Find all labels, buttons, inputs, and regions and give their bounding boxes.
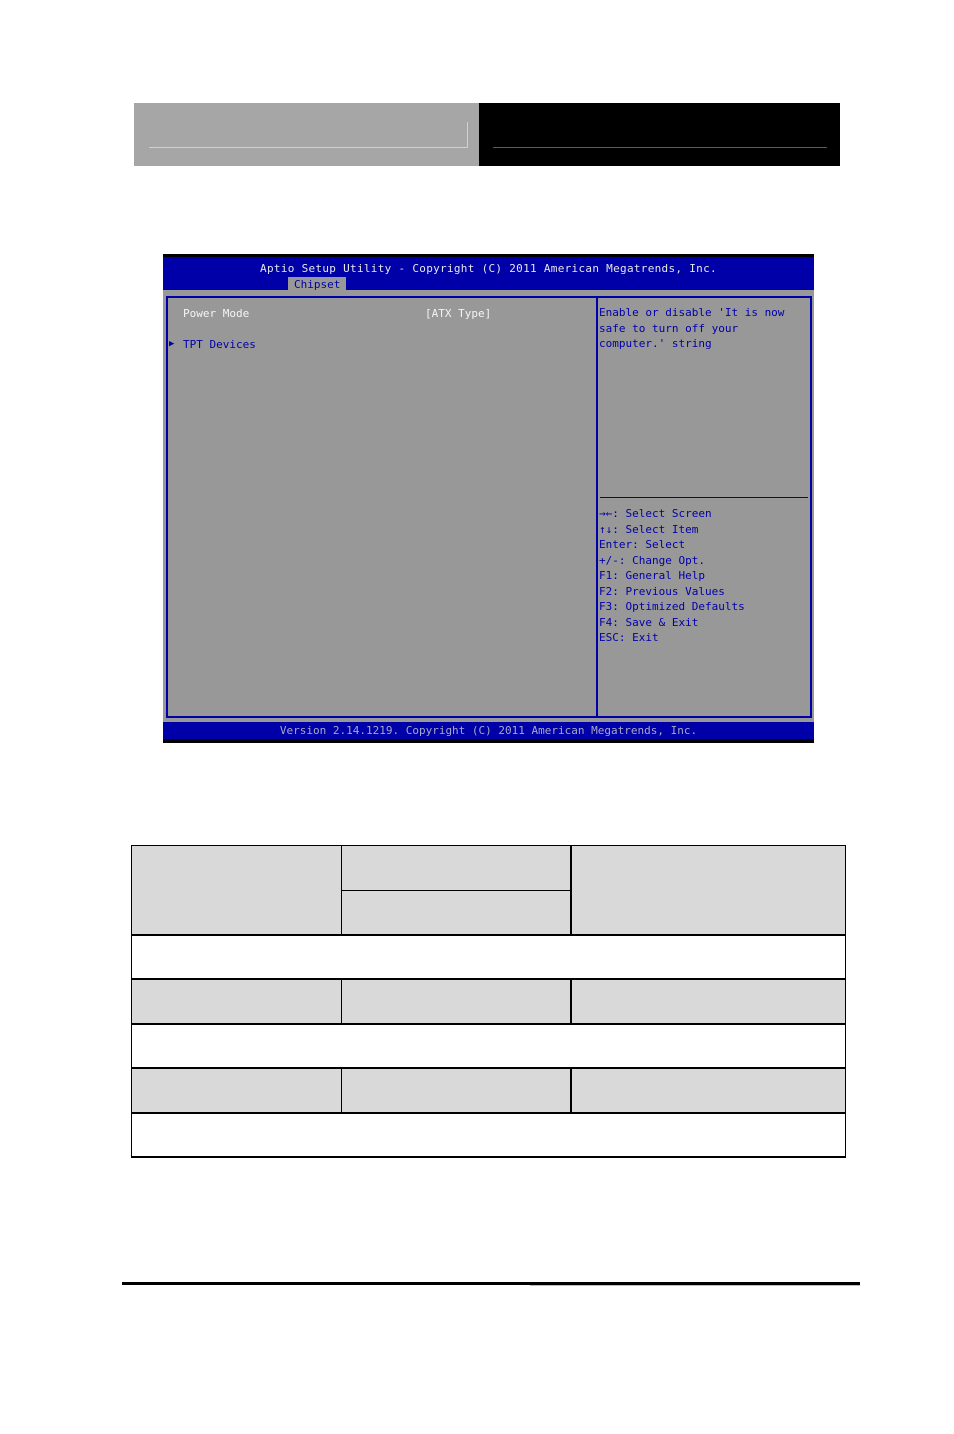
bios-setup-screenshot: Aptio Setup Utility - Copyright (C) 2011… (163, 254, 814, 743)
table-cell (341, 1068, 571, 1113)
key-enter: Enter: Select (599, 538, 686, 551)
table-border (341, 890, 571, 891)
table-cell (131, 979, 341, 1024)
table-border (131, 845, 846, 846)
help-divider (600, 497, 808, 498)
table-cell (131, 1113, 846, 1158)
help-description: Enable or disable 'It is now safe to tur… (599, 306, 785, 350)
table-border (341, 1068, 342, 1113)
key-select-screen: →←: Select Screen (599, 507, 712, 520)
table-border (131, 1156, 846, 1158)
header-rule-vertical (467, 122, 468, 148)
table-border (341, 979, 342, 1024)
table-cell (571, 1068, 846, 1113)
table-cell (131, 1024, 846, 1068)
table-border (131, 1067, 846, 1069)
bios-title-bar: Aptio Setup Utility - Copyright (C) 2011… (163, 257, 814, 293)
key-select-item: ↑↓: Select Item (599, 522, 699, 536)
table-border (131, 1023, 846, 1025)
table-border (341, 845, 342, 935)
tpt-devices-submenu[interactable]: TPT Devices (183, 338, 256, 351)
bios-footer-bar: Version 2.14.1219. Copyright (C) 2011 Am… (163, 722, 814, 739)
header-rule (493, 147, 827, 148)
table-border (570, 979, 572, 1024)
power-mode-label[interactable]: Power Mode (183, 307, 249, 320)
table-border (845, 845, 846, 1158)
table-cell (571, 845, 846, 935)
key-esc: ESC: Exit (599, 631, 659, 644)
key-f4: F4: Save & Exit (599, 615, 699, 629)
table-border (131, 1112, 846, 1114)
bios-version-footer: Version 2.14.1219. Copyright (C) 2011 Am… (279, 724, 698, 737)
bios-bottom-border (163, 739, 814, 743)
submenu-arrow-icon: ▶ (169, 339, 175, 349)
page-header-left-band (134, 103, 479, 166)
bios-main-panel (166, 296, 598, 718)
table-border (131, 978, 846, 980)
table-cell (571, 979, 846, 1024)
tab-chipset[interactable]: Chipset (288, 277, 347, 293)
options-table (131, 845, 846, 1158)
key-legend: →←: Select Screen ↑↓: Select Item Enter:… (599, 506, 745, 646)
table-cell (341, 845, 571, 890)
key-f2: F2: Previous Values (599, 584, 725, 598)
key-change-opt: +/-: Change Opt. (599, 553, 705, 567)
footer-rule-shadow (530, 1285, 860, 1286)
header-rule (149, 147, 467, 148)
table-border (570, 845, 572, 935)
table-cell (131, 1068, 341, 1113)
page-header-right-band (479, 103, 840, 166)
key-f1: F1: General Help (599, 569, 705, 582)
table-cell (341, 890, 571, 935)
power-mode-value[interactable]: [ATX Type] (425, 307, 491, 320)
key-f3: F3: Optimized Defaults (599, 600, 745, 613)
table-border (131, 845, 132, 1158)
table-border (570, 1068, 572, 1113)
bios-title: Aptio Setup Utility - Copyright (C) 2011… (260, 262, 717, 275)
table-cell (131, 845, 341, 935)
table-border (131, 934, 846, 936)
table-cell (341, 979, 571, 1024)
table-cell (131, 935, 846, 979)
